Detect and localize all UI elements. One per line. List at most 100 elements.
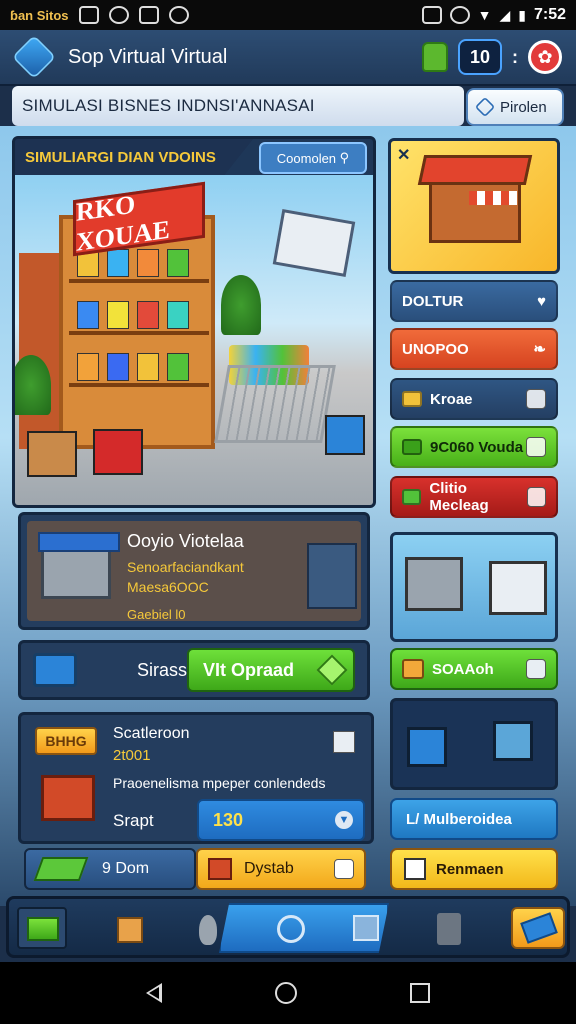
- buildings-card[interactable]: [390, 532, 558, 642]
- android-robot-icon[interactable]: [422, 42, 448, 72]
- bottom-toolbar: [6, 896, 570, 958]
- key-icon: [277, 915, 305, 943]
- warehouse-info-card[interactable]: Ooyio Viotelaa Senoarfaciandkant Maesa6O…: [18, 512, 370, 630]
- cardboard-box: [27, 431, 77, 477]
- product-box: [137, 301, 159, 329]
- signal-icon: ◢: [499, 6, 511, 23]
- product-box: [167, 249, 189, 277]
- info-line-3: Gaebiel l0: [127, 607, 186, 622]
- store-scene[interactable]: RKO XOUAE: [15, 175, 373, 505]
- toolbar-trash-button[interactable]: [433, 907, 463, 949]
- chair-tool-icon: [493, 721, 533, 761]
- clock-time: 7:52: [533, 6, 566, 23]
- tools-card[interactable]: [390, 698, 558, 790]
- storage-shelf-icon: [307, 543, 357, 609]
- app-title: Sop Virtual Virtual: [68, 45, 228, 68]
- upgrade-button[interactable]: VIt Opraad: [187, 648, 355, 692]
- scene-tag: SIMULIARGI DIAN VDOINS: [15, 139, 253, 175]
- box-icon: [334, 859, 354, 879]
- system-nav-bar: [0, 962, 576, 1024]
- blue-crate: [325, 415, 365, 455]
- shelf-plank: [69, 383, 209, 387]
- badge-icon: [474, 96, 496, 118]
- home-icon[interactable]: [274, 982, 297, 1004]
- right-blue-button-label: L/ Mulberoidea: [406, 810, 512, 828]
- price-tag-icon: [520, 912, 558, 944]
- crate-icon: [402, 659, 424, 679]
- toolbar-tag-button[interactable]: [511, 907, 565, 949]
- shop-building-icon: [405, 557, 463, 611]
- product-box: [107, 301, 129, 329]
- product-box: [77, 301, 99, 329]
- product-box: [167, 301, 189, 329]
- heart-icon: ♥: [537, 292, 546, 310]
- cash-icon: [402, 489, 422, 505]
- plant-decoration: [221, 275, 261, 335]
- order-title: Scatleroon: [113, 725, 190, 742]
- order-badge: BHHG: [35, 727, 97, 755]
- shopping-cart-icon[interactable]: [214, 365, 336, 443]
- profile-button[interactable]: Pirolen: [466, 88, 564, 126]
- order-description: Praoenelisma mpeper conlendeds: [113, 775, 326, 791]
- gem-icon: [316, 654, 348, 686]
- menu-button-dark[interactable]: Kroae: [390, 378, 558, 420]
- title-banner: SIMULASI BISNES INDNSI'ANNASAI: [12, 86, 464, 126]
- toolbar-pin-button[interactable]: [195, 907, 221, 949]
- toolbar-active-tab[interactable]: [219, 903, 389, 953]
- cast-icon: [108, 6, 129, 24]
- level-counter: 10: [458, 39, 502, 75]
- document-icon: [404, 858, 426, 880]
- close-icon[interactable]: ✕: [397, 145, 410, 165]
- red-button-label: Clitio Mecleag: [429, 480, 489, 514]
- right-green-button[interactable]: SOAAoh: [390, 648, 558, 690]
- cash-action-button[interactable]: 9 Dom: [24, 848, 196, 890]
- shelf-plank: [69, 331, 209, 335]
- machine-tool-icon: [407, 727, 447, 767]
- menu-button-orange[interactable]: UNOPOO ❧: [390, 328, 558, 370]
- recent-apps-icon[interactable]: [409, 983, 430, 1003]
- location-pin-icon: [199, 915, 217, 945]
- shelf-plank: [69, 279, 209, 283]
- order-field-label: Srapt: [113, 811, 154, 830]
- map-icon[interactable]: [333, 731, 355, 753]
- product-box: [107, 249, 129, 277]
- leaf-icon: ❧: [533, 341, 546, 358]
- battery-icon: ▮: [518, 6, 526, 23]
- info-card-inner: Ooyio Viotelaa Senoarfaciandkant Maesa6O…: [27, 521, 361, 622]
- store-awning: [469, 191, 517, 205]
- toolbar-bag-button[interactable]: [111, 907, 147, 949]
- counter-separator: :: [512, 46, 518, 67]
- display-action-button[interactable]: Dystab: [196, 848, 366, 890]
- upgrade-row: Sirass VIt Opraad: [18, 640, 370, 700]
- product-box: [107, 353, 129, 381]
- shop-preview-card[interactable]: ✕: [388, 138, 560, 274]
- close-icon: ✿: [537, 46, 553, 67]
- toolbar-stack-button[interactable]: [17, 907, 67, 949]
- trash-can-icon: [437, 913, 461, 945]
- app-bar: Sop Virtual Virtual 10 : ✿: [0, 30, 576, 86]
- order-subtitle: 2t001: [113, 747, 151, 764]
- menu-button-green[interactable]: 9C060 Vouda: [390, 426, 558, 468]
- shopping-bag-icon: [117, 917, 143, 943]
- scene-action-button[interactable]: Coomolen ⚲: [259, 142, 367, 174]
- menu-button-red[interactable]: Clitio Mecleag: [390, 476, 558, 518]
- upgrade-button-label: VIt Opraad: [203, 659, 295, 680]
- close-button[interactable]: ✿: [528, 40, 562, 74]
- blue-crate-icon: [33, 653, 77, 687]
- kiosk-building-icon: [489, 561, 547, 615]
- info-title: Ooyio Viotelaa: [127, 531, 244, 551]
- back-icon[interactable]: [146, 983, 163, 1003]
- camera-notification-icon: [138, 6, 159, 24]
- right-green-button-label: SOAAoh: [432, 660, 494, 678]
- orange-button-label: UNOPOO: [402, 340, 469, 358]
- box-icon: [526, 487, 546, 507]
- box-icon: [526, 437, 546, 457]
- warehouse-icon: [38, 532, 120, 599]
- dropdown-button[interactable]: DOLTUR ♥: [390, 280, 558, 322]
- chevron-down-icon: ▼: [335, 811, 353, 829]
- status-bar: ɓan Sitos ▼ ◢ ▮ 7:52: [0, 0, 576, 30]
- right-blue-button[interactable]: L/ Mulberoidea: [390, 798, 558, 840]
- right-yellow-button[interactable]: Renmaen: [390, 848, 558, 890]
- order-quantity-select[interactable]: 130 ▼: [197, 799, 365, 841]
- product-box: [137, 249, 159, 277]
